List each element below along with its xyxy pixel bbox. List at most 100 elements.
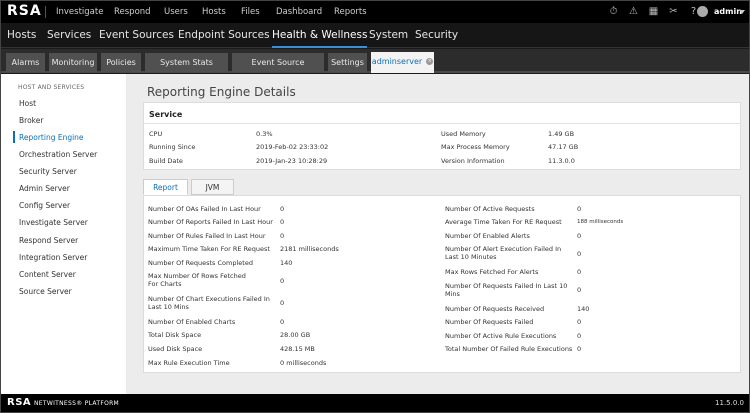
sidebar-item-investigate-server[interactable]: Investigate Server [19,218,88,227]
tasks-icon[interactable]: ▦ [648,5,659,18]
report-value: 0 [280,218,285,226]
report-value: 0 [577,268,582,276]
sidebar-item-broker[interactable]: Broker [19,116,43,125]
report-label: Total Disk Space [148,331,202,339]
report-label: Number Of Rules Failed In Last Hour [148,232,266,240]
sidebar-item-host[interactable]: Host [19,99,36,108]
admin-nav: Hosts Services Event Sources Endpoint So… [1,23,749,48]
tab-monitoring[interactable]: Monitoring [49,53,97,72]
service-panel-title: Service [149,110,183,119]
sidebar-item-security-server[interactable]: Security Server [19,167,77,176]
sidebar-item-respond-server[interactable]: Respond Server [19,236,78,245]
topnav-investigate[interactable]: Investigate [56,1,103,23]
report-label: Number Of Requests Failed [445,318,534,326]
report-value: 0 [577,250,582,258]
report-label: Maximum Time Taken For RE Request [148,245,270,253]
user-avatar-icon[interactable] [697,6,708,17]
report-label: Number Of Requests Completed [148,259,253,267]
report-label: Number Of Active Requests [445,205,535,213]
tab-system-stats-browser[interactable]: System Stats Browser [145,53,228,86]
sidebar-item-config-server[interactable]: Config Server [19,201,70,210]
tab-adminserver-label: adminserver [371,57,423,66]
report-value: 0 [280,318,285,326]
report-label: Number Of Chart Executions Failed In Las… [148,295,270,311]
service-value: 11.3.0.0 [548,157,575,165]
tab-event-source-monitoring[interactable]: Event Source Monitoring [232,53,324,86]
service-value: 47.17 GB [548,143,579,151]
admin-nav-security[interactable]: Security [415,23,458,48]
user-menu[interactable]: admin [714,1,742,23]
admin-nav-event-sources[interactable]: Event Sources [99,23,174,48]
report-value: 0 [280,232,285,240]
logo-divider [45,6,46,18]
report-value: 0 [577,332,582,340]
report-label: Used Disk Space [148,345,203,353]
admin-nav-endpoint-sources[interactable]: Endpoint Sources [178,23,270,48]
page-title: Reporting Engine Details [147,85,296,99]
app-window: RSA Investigate Respond Users Hosts File… [0,0,750,413]
report-value: 28.00 GB [280,331,311,339]
report-value: 0 [577,205,582,213]
service-label: Used Memory [441,130,486,138]
close-tab-icon[interactable]: × [426,58,434,65]
service-label: Version Information [441,157,505,165]
service-value: 2019-Feb-02 23:33:02 [256,143,329,151]
sidebar-item-integration-server[interactable]: Integration Server [19,253,87,262]
service-panel: Service CPU 0.3% Running Since 2019-Feb-… [143,102,741,170]
topnav-files[interactable]: Files [241,1,260,23]
sidebar-item-orchestration-server[interactable]: Orchestration Server [19,150,97,159]
report-label: Number Of Active Rule Executions [445,332,557,340]
tab-alarms[interactable]: Alarms [6,53,45,72]
report-label: Max Rule Execution Time [148,359,230,367]
service-label: Running Since [149,143,196,151]
sidebar-item-reporting-engine[interactable]: Reporting Engine [19,133,84,142]
sub-tabs: Alarms Monitoring Policies System Stats … [1,49,749,86]
admin-nav-system[interactable]: System [369,23,408,48]
service-label: CPU [149,130,163,138]
sidebar-item-admin-server[interactable]: Admin Server [19,184,70,193]
topnav-respond[interactable]: Respond [114,1,151,23]
top-icons: ⏱ ⚠ ▦ ✂ ? [608,5,699,18]
notifications-icon[interactable]: ⚠ [628,5,639,18]
sidebar-item-content-server[interactable]: Content Server [19,270,76,279]
tab-jvm[interactable]: JVM [191,179,234,195]
tab-adminserver[interactable]: adminserver × [371,52,434,73]
report-label: Number Of OAs Failed In Last Hour [148,205,261,213]
topnav-hosts[interactable]: Hosts [202,1,226,23]
panel-divider [144,123,740,124]
topnav-dashboard[interactable]: Dashboard [276,1,322,23]
timer-icon[interactable]: ⏱ [608,5,619,18]
admin-nav-hosts[interactable]: Hosts [7,23,36,48]
report-value: 0 [577,345,582,353]
tab-settings[interactable]: Settings [328,53,367,72]
report-label: Number Of Reports Failed In Last Hour [148,218,273,226]
report-value: 0 milliseconds [280,359,327,367]
footer-platform-name: NETWITNESS® PLATFORM [34,400,120,407]
admin-nav-services[interactable]: Services [47,23,91,48]
admin-nav-health-wellness[interactable]: Health & Wellness [272,23,368,48]
tools-icon[interactable]: ✂ [668,5,679,18]
report-label: Number Of Enabled Charts [148,318,236,326]
page-body: HOST AND SERVICES Host Broker Reporting … [1,74,749,394]
report-value: 0 [577,232,582,240]
topnav-users[interactable]: Users [164,1,188,23]
tab-report[interactable]: Report [143,179,188,195]
report-panel: Number Of OAs Failed In Last Hour 0 Numb… [143,195,741,373]
tab-policies[interactable]: Policies [101,53,141,72]
sidebar-item-source-server[interactable]: Source Server [19,287,72,296]
report-label: Max Number Of Rows Fetched For Charts [148,272,246,288]
report-label: Number Of Requests Failed In Last 10 Min… [445,282,568,298]
rsa-logo: RSA [7,3,42,19]
service-value: 2019-Jan-23 10:28:29 [256,157,328,165]
report-label: Average Time Taken For RE Request [445,218,562,226]
report-value: 188 milliseconds [577,219,624,225]
main-content: Reporting Engine Details Service CPU 0.3… [127,74,749,394]
sidebar-active-indicator [13,131,15,143]
report-label: Number Of Requests Received [445,305,545,313]
top-bar: RSA Investigate Respond Users Hosts File… [1,1,749,23]
topnav-reports[interactable]: Reports [334,1,367,23]
sidebar: HOST AND SERVICES Host Broker Reporting … [1,74,127,394]
user-chevron-down-icon[interactable] [739,10,745,14]
footer: RSA NETWITNESS® PLATFORM 11.5.0.0 [1,394,749,412]
report-value: 428.15 MB [280,345,315,353]
